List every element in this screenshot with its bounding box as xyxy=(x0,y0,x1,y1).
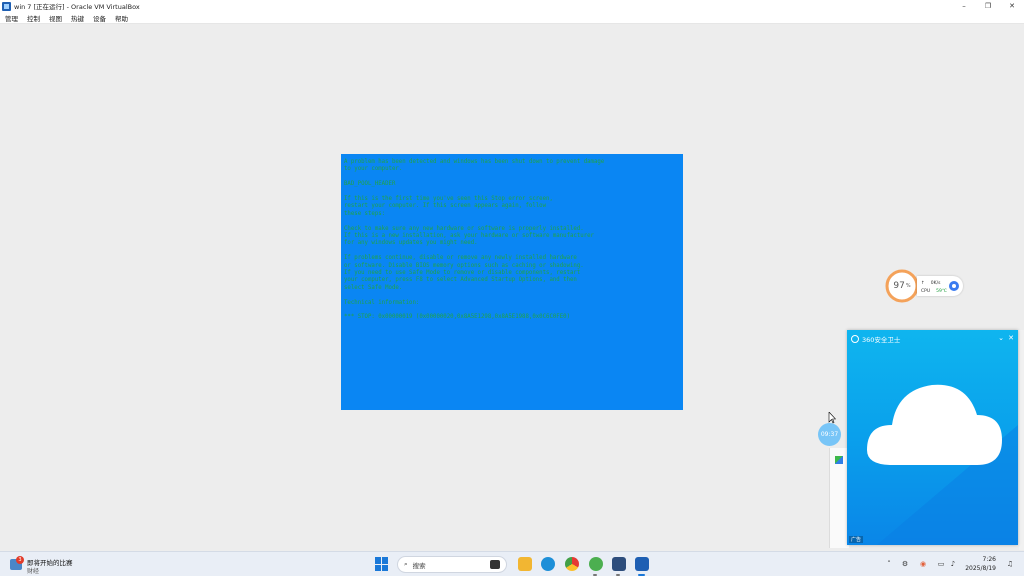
bsod-line: *** STOP: 0x00000019 (0x00000020,0x8A5E1… xyxy=(344,314,570,321)
minimize-button[interactable]: – xyxy=(952,0,976,12)
taskbar-search[interactable]: ⌕ 搜索 xyxy=(397,556,507,573)
title-bar: win 7 [正在运行] - Oracle VM VirtualBox – ❐ … xyxy=(0,0,1024,12)
menu-manage[interactable]: 管理 xyxy=(5,13,18,23)
menu-view[interactable]: 视图 xyxy=(49,13,62,23)
search-icon: ⌕ xyxy=(404,560,408,568)
notification-badge: 3 xyxy=(16,556,24,564)
menu-bar: 管理 控制 视图 热键 设备 帮助 xyxy=(0,12,1024,24)
chevron-up-icon[interactable]: ˄ xyxy=(884,559,894,569)
widgets-button[interactable]: 3 即将开始的比赛 财经 xyxy=(10,555,100,575)
start-button[interactable] xyxy=(375,557,389,571)
bsod-line: If this is the first time you've seen th… xyxy=(344,196,553,217)
virtualbox-icon xyxy=(2,1,11,11)
bsod-screen[interactable]: A problem has been detected and windows … xyxy=(341,154,683,410)
gauge-percent: 97 xyxy=(893,281,905,291)
menu-help[interactable]: 帮助 xyxy=(115,13,128,23)
menu-control[interactable]: 控制 xyxy=(27,13,40,23)
menu-devices[interactable]: 设备 xyxy=(93,13,106,23)
widget-subtitle: 财经 xyxy=(27,568,40,575)
browser-360-icon[interactable] xyxy=(589,557,603,571)
edge-icon[interactable] xyxy=(541,557,555,571)
mouse-cursor-icon xyxy=(828,412,836,424)
taskbar: 3 即将开始的比赛 财经 ⌕ 搜索 ˄ ⚙ ◉ ▭ ♪ 7:26 2025/8/… xyxy=(0,551,1024,576)
security-tray-icon[interactable]: ◉ xyxy=(918,559,928,569)
bsod-line: If problems continue, disable or remove … xyxy=(344,255,584,291)
app-grid-icon[interactable] xyxy=(835,456,843,464)
virtualbox-app-icon[interactable] xyxy=(612,557,626,571)
file-explorer-icon[interactable] xyxy=(518,557,532,571)
chrome-icon[interactable] xyxy=(565,557,579,571)
clock-time: 7:26 xyxy=(982,556,996,563)
gauge-unit: % xyxy=(905,283,911,289)
network-icon[interactable]: ▭ xyxy=(936,559,946,569)
net-arrow-icon: ↑ xyxy=(921,280,925,286)
memory-gauge[interactable]: 97% xyxy=(884,268,920,304)
menu-hotkeys[interactable]: 热键 xyxy=(71,13,84,23)
scroll-edge xyxy=(1019,330,1024,550)
bsod-line: BAD_POOL_HEADER xyxy=(344,181,396,188)
cpu-label: CPU xyxy=(921,288,931,294)
vm-window-icon[interactable] xyxy=(635,557,649,571)
speed-pill[interactable]: ↑ 0K/s CPU 59℃ xyxy=(917,276,963,296)
window-title: win 7 [正在运行] - Oracle VM VirtualBox xyxy=(14,3,140,11)
security-popup[interactable]: 360安全卫士 ⌄ ✕ 广告 xyxy=(847,330,1018,545)
cloud-icon xyxy=(867,384,1018,545)
camera-icon xyxy=(490,560,500,569)
clock-date: 2025/8/19 xyxy=(965,565,996,572)
bsod-line: A problem has been detected and windows … xyxy=(344,159,605,173)
speedup-icon[interactable] xyxy=(949,281,959,291)
bsod-line: Check to make sure any new hardware or s… xyxy=(344,225,594,247)
settings-tray-icon[interactable]: ⚙ xyxy=(900,559,910,569)
cpu-temp: 59℃ xyxy=(936,288,947,294)
close-button[interactable]: ✕ xyxy=(1000,0,1024,12)
restore-button[interactable]: ❐ xyxy=(976,0,1000,12)
bsod-line: Technical information: xyxy=(344,299,420,306)
clock[interactable]: 7:26 2025/8/19 xyxy=(956,555,996,573)
search-placeholder: 搜索 xyxy=(412,561,426,570)
side-panel xyxy=(829,448,849,548)
window-controls: – ❐ ✕ xyxy=(952,0,1024,12)
timer-bubble[interactable]: 09:37 xyxy=(818,423,841,446)
notification-bell-icon[interactable]: ♫ xyxy=(1005,559,1015,569)
net-speed: 0K/s xyxy=(930,280,941,286)
system-tray: ˄ ⚙ ◉ ▭ ♪ 7:26 2025/8/19 ♫ xyxy=(874,552,1024,576)
ad-label: 广告 xyxy=(849,536,864,543)
